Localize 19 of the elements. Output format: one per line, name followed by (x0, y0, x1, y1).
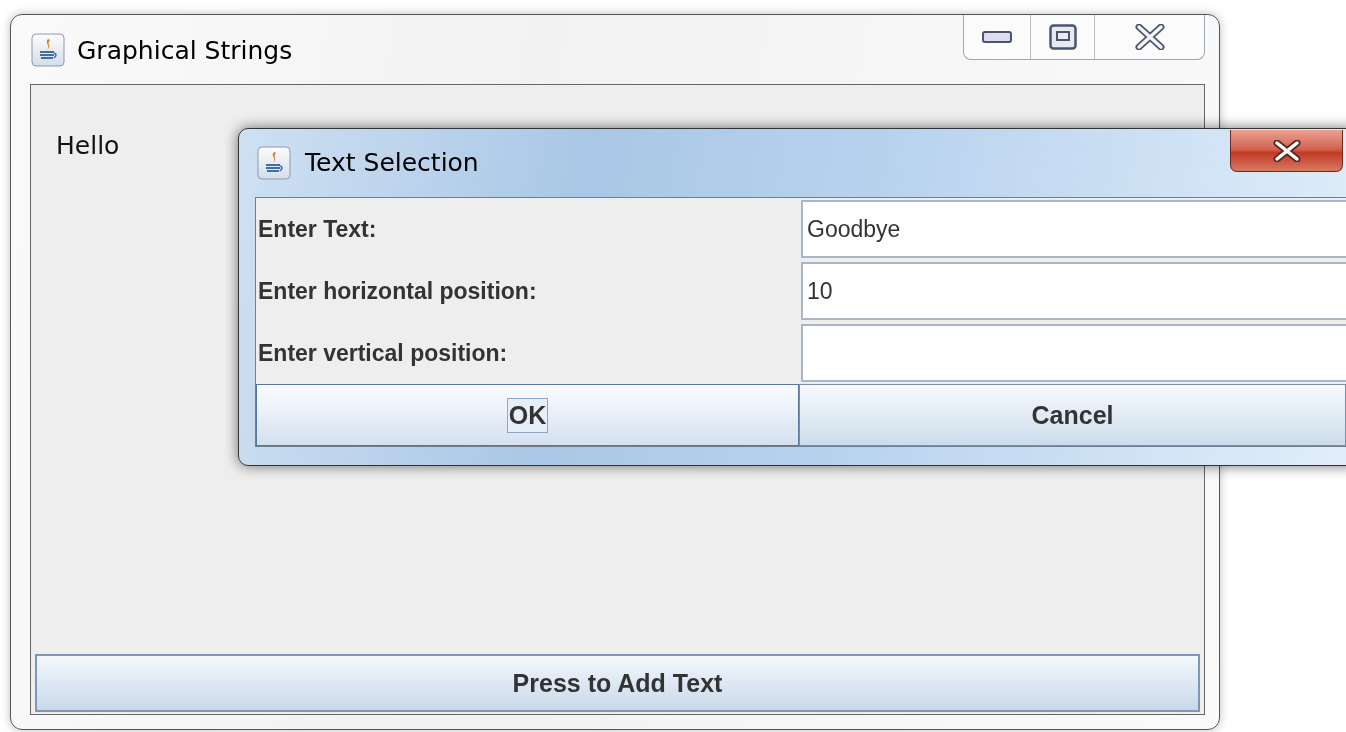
window-title: Graphical Strings (77, 35, 293, 65)
cancel-button[interactable]: Cancel (799, 384, 1346, 446)
input-field[interactable]: Goodbye (801, 200, 1346, 258)
coffee-cup-icon (257, 145, 291, 180)
close-icon (1270, 139, 1303, 162)
field-label: Enter horizontal position: (257, 276, 538, 306)
input-field[interactable]: 10 (801, 262, 1346, 320)
coffee-cup-icon (31, 33, 65, 67)
close-icon (1134, 24, 1165, 50)
minimize-icon (982, 31, 1012, 43)
maximize-icon (1048, 24, 1077, 50)
ok-button[interactable]: OK (256, 384, 799, 446)
close-button[interactable] (1230, 130, 1343, 172)
add-text-button[interactable]: Press to Add Text (35, 654, 1200, 712)
field-label: Enter vertical position: (257, 338, 509, 368)
field-label: Enter Text: (257, 214, 378, 244)
canvas-text: Hello (56, 131, 120, 160)
dialog-title: Text Selection (305, 148, 479, 177)
input-field[interactable] (801, 324, 1346, 382)
